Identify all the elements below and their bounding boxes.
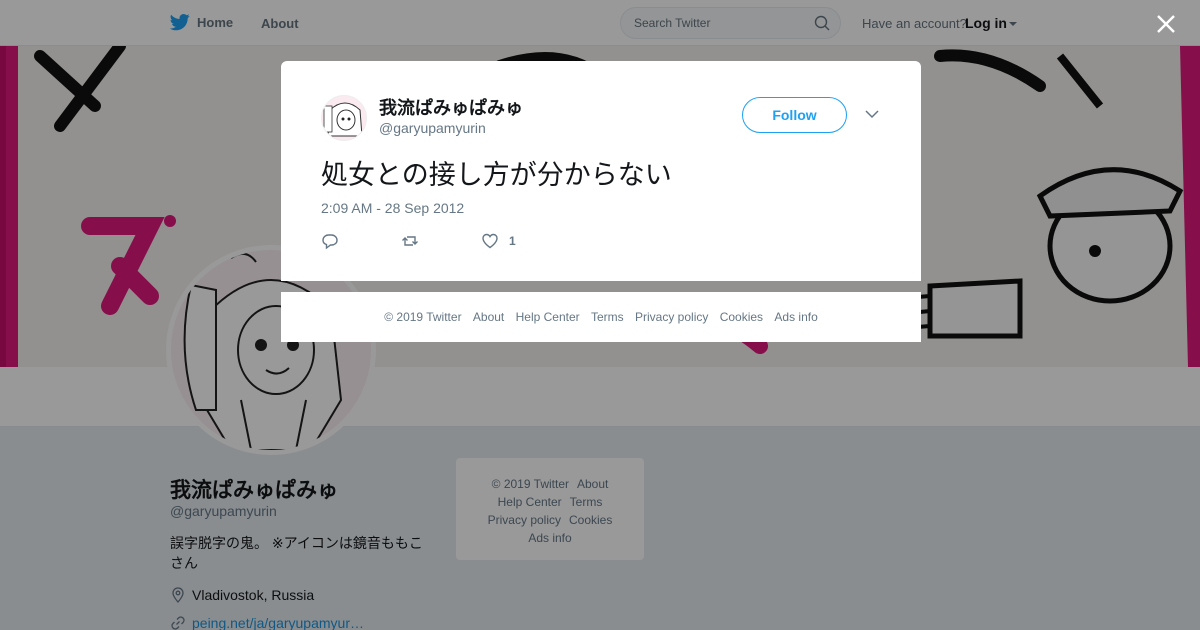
- retweet-button[interactable]: [401, 232, 419, 250]
- tweet-author-handle[interactable]: @garyupamyurin: [379, 120, 486, 136]
- modal-footer-terms-link[interactable]: Terms: [591, 310, 624, 324]
- modal-footer-help-link[interactable]: Help Center: [516, 310, 580, 324]
- tweet-actions: 1: [321, 232, 516, 250]
- reply-button[interactable]: [321, 232, 339, 250]
- modal-footer-about-link[interactable]: About: [473, 310, 504, 324]
- tweet-author-avatar[interactable]: [321, 95, 367, 141]
- modal-footer: © 2019 Twitter About Help Center Terms P…: [281, 292, 921, 342]
- close-icon[interactable]: [1155, 13, 1177, 35]
- modal-footer-ads-link[interactable]: Ads info: [774, 310, 817, 324]
- reply-icon: [322, 234, 338, 250]
- tweet-text: 処女との接し方が分からない: [321, 160, 672, 191]
- tweet-modal: 我流ぱみゅぱみゅ @garyupamyurin Follow 処女との接し方が分…: [281, 61, 921, 281]
- tweet-timestamp[interactable]: 2:09 AM - 28 Sep 2012: [321, 200, 464, 216]
- modal-footer-cookies-link[interactable]: Cookies: [720, 310, 763, 324]
- retweet-icon: [402, 236, 418, 246]
- like-button[interactable]: 1: [481, 232, 516, 250]
- modal-footer-copyright: © 2019 Twitter: [384, 310, 462, 324]
- modal-footer-privacy-link[interactable]: Privacy policy: [635, 310, 708, 324]
- follow-button[interactable]: Follow: [742, 97, 847, 133]
- chevron-down-icon[interactable]: [865, 109, 879, 119]
- heart-icon: [482, 233, 498, 249]
- tweet-author-name[interactable]: 我流ぱみゅぱみゅ: [379, 94, 523, 120]
- like-count: 1: [509, 234, 516, 248]
- tweet-avatar-illustration: [322, 96, 366, 140]
